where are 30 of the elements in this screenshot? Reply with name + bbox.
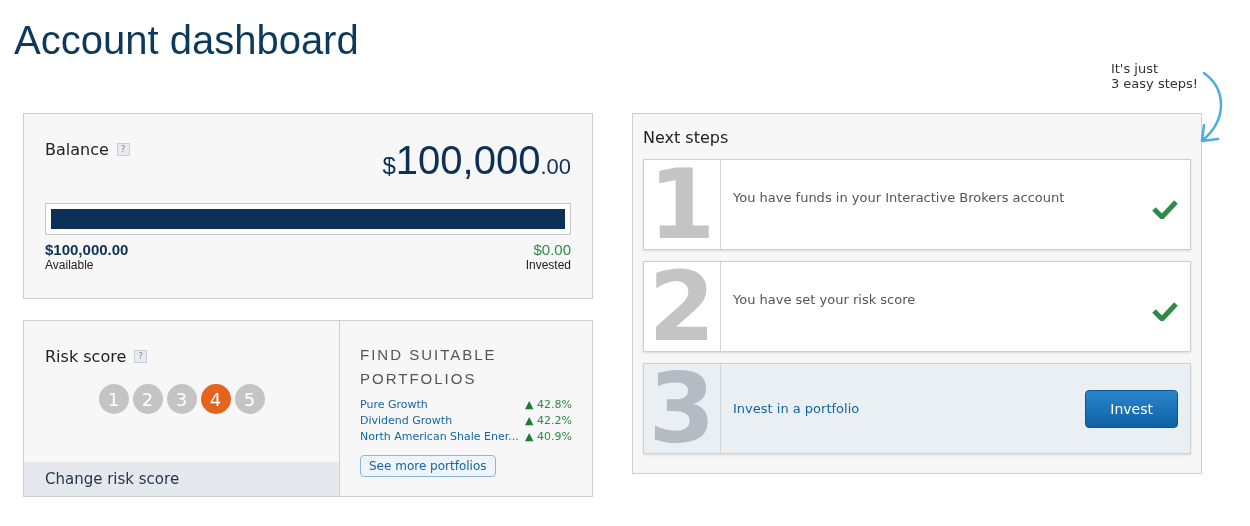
step-number: 1 <box>644 160 721 249</box>
portfolio-return: ▲ 40.9% <box>525 429 572 445</box>
portfolio-link[interactable]: Dividend Growth <box>360 413 453 429</box>
balance-amount: $100,000.00 <box>382 138 571 184</box>
help-icon[interactable]: ? <box>116 143 130 156</box>
invested-label: Invested <box>525 258 571 272</box>
step-text: You have set your risk score <box>733 292 916 307</box>
change-risk-score-link[interactable]: Change risk score <box>24 462 339 496</box>
portfolios-heading: FIND SUITABLE PORTFOLIOS <box>360 345 498 389</box>
step-link[interactable]: Invest in a portfolio <box>733 401 860 416</box>
invest-button[interactable]: Invest <box>1085 389 1178 428</box>
checkmark-icon <box>1152 198 1178 219</box>
help-icon[interactable]: ? <box>134 350 148 363</box>
available-amount: $100,000.00 <box>45 241 129 258</box>
see-more-portfolios-button[interactable]: See more portfolios <box>360 455 496 477</box>
step-number: 2 <box>644 262 721 351</box>
invested-amount: $0.00 <box>532 241 571 258</box>
portfolio-return: ▲ 42.2% <box>525 413 572 429</box>
portfolio-link[interactable]: North American Shale Ener... <box>360 429 519 445</box>
available-label: Available <box>45 258 95 272</box>
portfolio-link[interactable]: Pure Growth <box>360 397 428 413</box>
checkmark-icon <box>1152 300 1178 321</box>
risk-score-option[interactable]: 4 <box>200 384 231 414</box>
risk-score-label: Risk score <box>45 347 127 366</box>
balance-label: Balance <box>45 140 109 159</box>
annotation-note: It's just 3 easy steps! <box>1110 61 1198 91</box>
page-title: Account dashboard <box>14 17 360 64</box>
step-text: You have funds in your Interactive Brokers account <box>733 190 1065 205</box>
portfolio-return: ▲ 42.8% <box>525 397 572 413</box>
next-steps-title: Next steps <box>643 128 730 147</box>
